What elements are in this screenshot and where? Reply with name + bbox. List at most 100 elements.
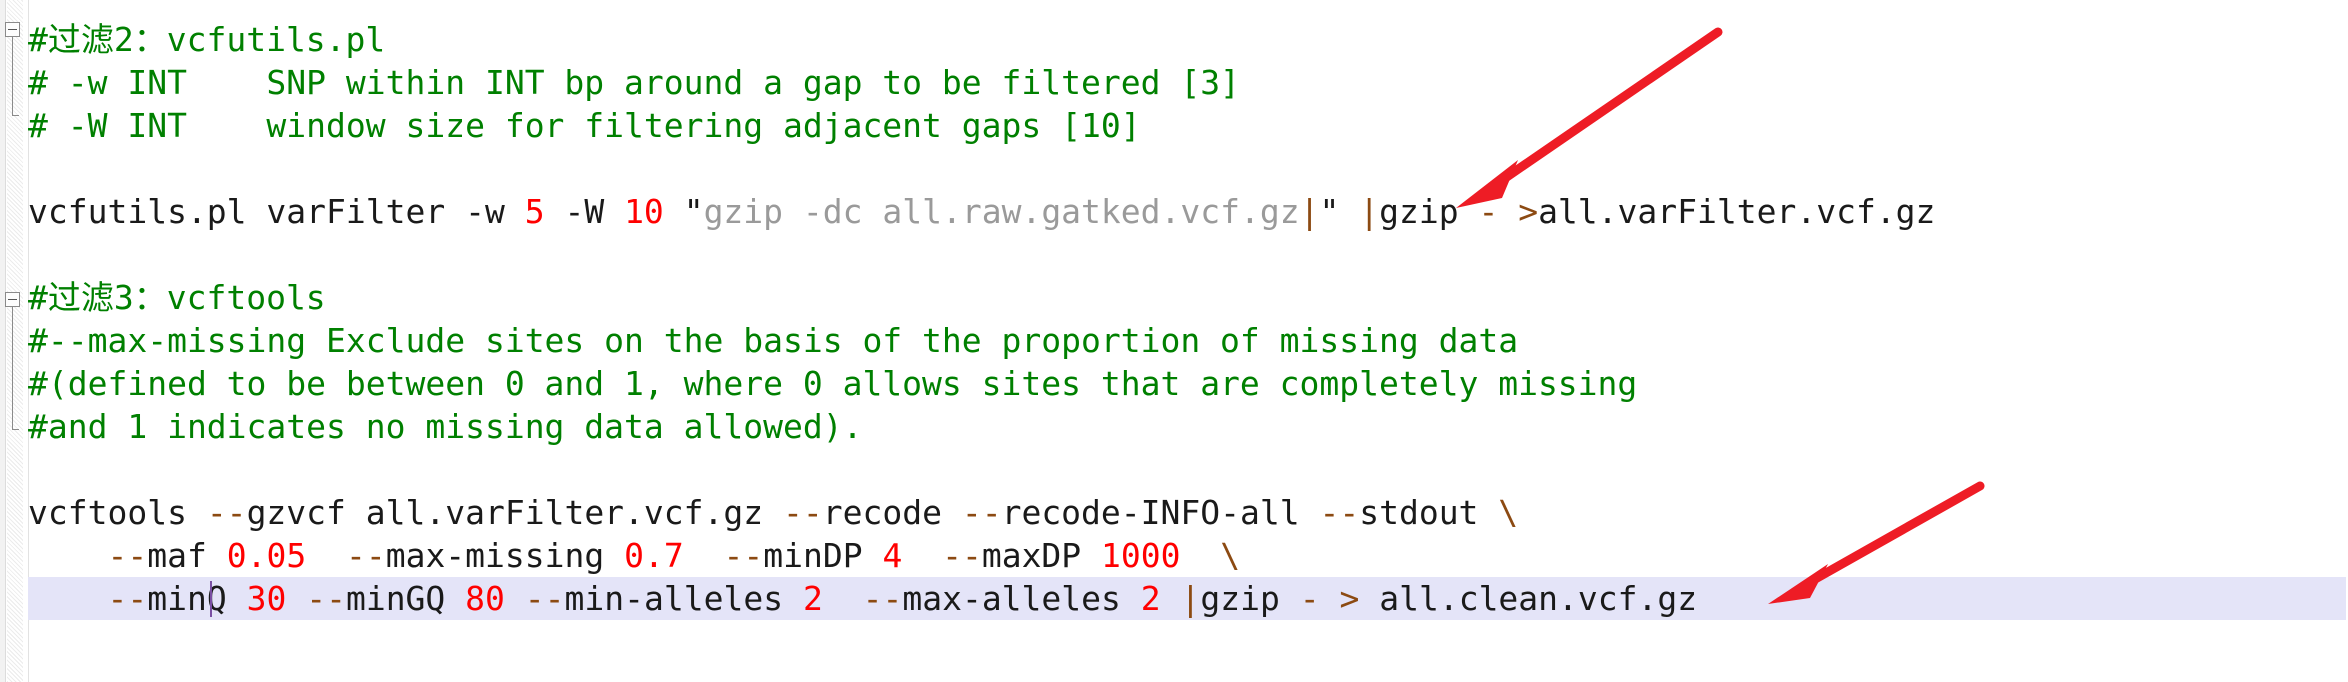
code-line-text: # -w INT SNP within INT bp around a gap … [28, 63, 1240, 102]
token-operator: -- [524, 579, 565, 618]
token-text: minGQ [345, 579, 466, 618]
code-line-text: --maf 0.05 --max-missing 0.7 --minDP 4 -… [28, 536, 1240, 575]
token-number: 30 [246, 579, 287, 618]
token-text: max-alleles [902, 579, 1141, 618]
token-number: 10 [624, 192, 664, 231]
token-number: 0.05 [226, 536, 307, 575]
code-line-9[interactable]: #(defined to be between 0 and 1, where 0… [28, 362, 1637, 405]
token-text: min-alleles [564, 579, 803, 618]
fold-collapse-icon[interactable] [5, 22, 20, 37]
token-text: maxDP [981, 536, 1102, 575]
fold-range-line [12, 37, 13, 115]
code-line-text: #and 1 indicates no missing data allowed… [28, 407, 862, 446]
token-operator: | [1180, 579, 1201, 618]
fold-gutter [0, 0, 29, 682]
code-line-text: --minQ 30 --minGQ 80 --min-alleles 2 --m… [28, 579, 1697, 618]
token-operator: -- [306, 579, 346, 618]
code-line-14[interactable]: --minQ 30 --minGQ 80 --min-alleles 2 --m… [28, 577, 2348, 620]
token-operator: - [1478, 192, 1499, 231]
token-number: 80 [465, 579, 505, 618]
gutter-edge [0, 0, 6, 682]
token-comment: #过滤3：vcftools [28, 278, 326, 317]
fold-range-end [12, 429, 19, 430]
token-operator: -- [723, 536, 764, 575]
code-line-text: #过滤3：vcftools [28, 278, 326, 317]
code-area[interactable]: #过滤2：vcfutils.pl # -w INT SNP within INT… [28, 0, 2348, 682]
editor-window: #过滤2：vcfutils.pl # -w INT SNP within INT… [0, 0, 2348, 682]
token-text: gzvcf all.varFilter.vcf.gz [246, 493, 783, 532]
token-text: max-missing [385, 536, 625, 575]
token-string: gzip -dc all.raw.gatked.vcf.gz [703, 192, 1300, 231]
token-operator: > [1339, 579, 1360, 618]
code-line-10[interactable]: #and 1 indicates no missing data allowed… [28, 405, 862, 448]
code-line-text: #(defined to be between 0 and 1, where 0… [28, 364, 1637, 403]
token-text: recode-INFO-all [1001, 493, 1320, 532]
token-operator: | [1299, 192, 1320, 231]
token-comment: #--max-missing Exclude sites on the basi… [28, 321, 1519, 360]
token-text: gzip [1200, 579, 1300, 618]
token-operator: -- [107, 536, 148, 575]
code-line-12[interactable]: vcftools --gzvcf all.varFilter.vcf.gz --… [28, 491, 1518, 534]
code-line-text: #过滤2：vcfutils.pl [28, 20, 385, 59]
token-operator: -- [942, 536, 982, 575]
token-number: 1000 [1101, 536, 1181, 575]
token-operator: -- [862, 579, 903, 618]
token-operator: -- [961, 493, 1002, 532]
fold-collapse-icon[interactable] [5, 292, 20, 307]
token-operator: - [1299, 579, 1320, 618]
token-text: all.varFilter.vcf.gz [1538, 192, 1936, 231]
token-operator: \ [1220, 536, 1241, 575]
token-number: 5 [524, 192, 545, 231]
token-text: vcftools [28, 493, 207, 532]
token-number: 0.7 [624, 536, 684, 575]
code-line-7[interactable]: #过滤3：vcftools [28, 276, 326, 319]
token-text: all.clean.vcf.gz [1359, 579, 1698, 618]
fold-range-line [12, 307, 13, 429]
token-number: 2 [802, 579, 823, 618]
token-operator: -- [345, 536, 386, 575]
fold-range-end [12, 115, 19, 116]
code-line-5[interactable]: vcfutils.pl varFilter -w 5 -W 10 " gzip -… [28, 190, 1935, 233]
token-text: minQ [147, 579, 247, 618]
text-caret [210, 581, 212, 617]
code-line-3[interactable]: # -W INT window size for filtering adjac… [28, 104, 1141, 147]
token-comment: #and 1 indicates no missing data allowed… [28, 407, 863, 446]
token-comment: #过滤2：vcfutils.pl [28, 20, 386, 59]
code-line-2[interactable]: # -w INT SNP within INT bp around a gap … [28, 61, 1240, 104]
token-operator: \ [1498, 493, 1519, 532]
token-comment: #(defined to be between 0 and 1, where 0… [28, 364, 1638, 403]
token-text: vcfutils.pl varFilter -w [28, 192, 525, 231]
token-operator: > [1518, 192, 1539, 231]
token-text: stdout [1359, 493, 1499, 532]
token-comment: # -w INT SNP within INT bp around a gap … [28, 63, 1240, 102]
token-text: -W [544, 192, 625, 231]
token-operator: -- [783, 493, 823, 532]
code-line-1[interactable]: #过滤2：vcfutils.pl [28, 18, 385, 61]
code-line-8[interactable]: #--max-missing Exclude sites on the basi… [28, 319, 1518, 362]
token-text: gzip [1379, 192, 1479, 231]
token-operator: -- [1319, 493, 1360, 532]
token-text: " [1319, 192, 1340, 231]
token-comment: # -W INT window size for filtering adjac… [28, 106, 1141, 145]
token-operator: -- [107, 579, 148, 618]
code-line-13[interactable]: --maf 0.05 --max-missing 0.7 --minDP 4 -… [28, 534, 1240, 577]
token-text: recode [822, 493, 962, 532]
code-line-text: # -W INT window size for filtering adjac… [28, 106, 1141, 145]
token-operator: -- [206, 493, 247, 532]
token-number: 2 [1140, 579, 1161, 618]
gutter-stripe [7, 0, 23, 682]
token-text: minDP [763, 536, 883, 575]
code-line-text: vcftools --gzvcf all.varFilter.vcf.gz --… [28, 493, 1518, 532]
